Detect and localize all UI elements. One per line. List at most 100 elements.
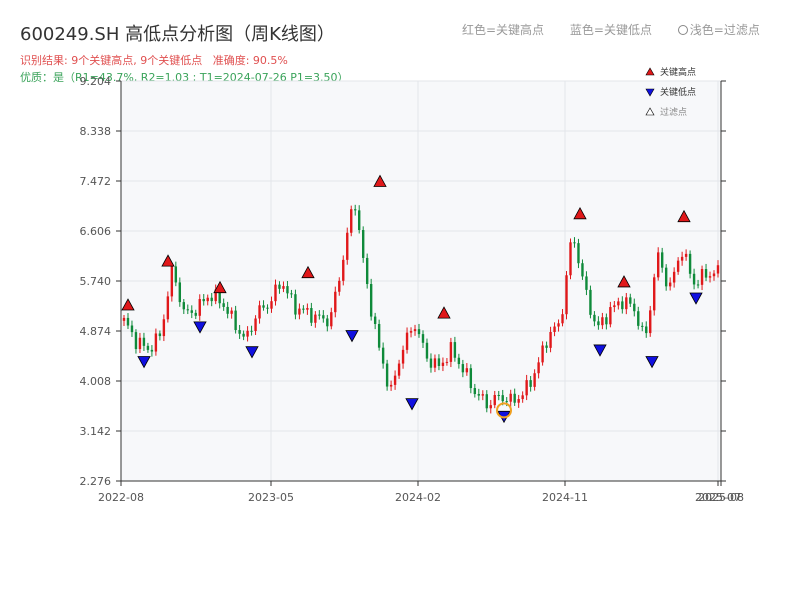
candle-body bbox=[393, 375, 397, 385]
candle-body bbox=[222, 303, 225, 307]
candle-body bbox=[242, 333, 245, 337]
candle-body bbox=[358, 210, 361, 231]
candle-body bbox=[593, 314, 596, 322]
x-tick-label: 2025-08 bbox=[698, 491, 744, 504]
candle-body bbox=[302, 308, 305, 310]
candle-body bbox=[258, 305, 261, 319]
candle-body bbox=[537, 362, 540, 374]
y-tick-label: 8.338 bbox=[80, 125, 112, 138]
candle-body bbox=[708, 276, 712, 278]
candle-body bbox=[142, 337, 146, 346]
candle-body bbox=[417, 329, 421, 335]
candle-body bbox=[429, 358, 433, 368]
y-tick-label: 9.204 bbox=[80, 75, 112, 88]
candle-body bbox=[645, 326, 648, 334]
candle-body bbox=[629, 297, 632, 304]
candle-body bbox=[318, 314, 321, 316]
candle-body bbox=[625, 297, 628, 310]
candle-body bbox=[310, 308, 313, 323]
x-tick-label: 2022-08 bbox=[98, 491, 144, 504]
candle-body bbox=[585, 276, 588, 290]
candle-body bbox=[653, 277, 656, 311]
legend-label: 过滤点 bbox=[660, 106, 687, 118]
candle-body bbox=[469, 368, 473, 389]
candle-body bbox=[298, 308, 301, 315]
candle-body bbox=[521, 395, 524, 400]
candle-body bbox=[453, 342, 457, 358]
candle-body bbox=[704, 269, 708, 278]
candle-body bbox=[473, 388, 477, 395]
candle-body bbox=[553, 326, 556, 332]
candle-body bbox=[166, 296, 170, 320]
candle-body bbox=[445, 361, 449, 363]
candle-body bbox=[641, 325, 644, 327]
candle-body bbox=[513, 393, 516, 403]
candle-body bbox=[672, 271, 676, 283]
candle-body bbox=[361, 230, 365, 258]
candle-body bbox=[533, 373, 536, 387]
candle-body bbox=[266, 307, 269, 309]
x-tick-label: 2023-05 bbox=[248, 491, 294, 504]
candle-body bbox=[561, 314, 564, 324]
candle-body bbox=[449, 342, 453, 362]
y-tick-label: 7.472 bbox=[80, 175, 112, 188]
candle-body bbox=[541, 345, 544, 363]
candle-body bbox=[150, 349, 154, 352]
candle-body bbox=[633, 303, 636, 312]
candle-body bbox=[250, 330, 253, 332]
candle-body bbox=[198, 299, 201, 316]
candle-body bbox=[146, 345, 150, 350]
candle-body bbox=[664, 267, 668, 287]
candle-body bbox=[178, 282, 182, 303]
candle-body bbox=[330, 312, 333, 327]
candle-body bbox=[405, 332, 409, 350]
candle-body bbox=[597, 321, 600, 326]
candle-body bbox=[190, 310, 193, 313]
candle-body bbox=[657, 252, 660, 278]
candle-body bbox=[246, 330, 249, 337]
candle-body bbox=[569, 242, 572, 276]
candle-body bbox=[126, 317, 130, 326]
candle-body bbox=[122, 317, 126, 321]
candle-body bbox=[170, 266, 174, 297]
candle-body bbox=[174, 266, 178, 283]
candle-body bbox=[668, 282, 672, 287]
candle-body bbox=[397, 363, 401, 376]
candle-body bbox=[421, 334, 425, 343]
candle-body bbox=[226, 306, 229, 314]
candle-body bbox=[334, 291, 337, 313]
candle-body bbox=[660, 252, 664, 268]
candle-body bbox=[381, 347, 385, 364]
candle-body bbox=[601, 317, 604, 326]
candle-body bbox=[441, 362, 445, 366]
candle-body bbox=[130, 325, 134, 333]
candle-body bbox=[306, 308, 309, 310]
candle-body bbox=[489, 405, 492, 409]
candle-body bbox=[401, 349, 405, 364]
candle-body bbox=[234, 310, 237, 331]
legend-label: 关键低点 bbox=[660, 86, 696, 98]
candle-body bbox=[437, 358, 441, 366]
candle-body bbox=[138, 337, 142, 350]
candle-body bbox=[589, 289, 592, 315]
candle-body bbox=[477, 394, 481, 396]
candle-body bbox=[202, 299, 205, 302]
candle-body bbox=[342, 259, 345, 281]
candle-body bbox=[649, 310, 652, 334]
candle-body bbox=[461, 364, 465, 373]
candle-body bbox=[262, 305, 265, 308]
candle-body bbox=[270, 301, 273, 309]
y-tick-label: 2.276 bbox=[80, 475, 112, 488]
candle-body bbox=[282, 286, 285, 289]
candle-body bbox=[700, 269, 704, 285]
candle-body bbox=[373, 316, 377, 324]
candle-body bbox=[389, 384, 393, 387]
candle-body bbox=[162, 319, 166, 337]
candle-body bbox=[238, 330, 241, 334]
candle-body bbox=[517, 399, 520, 403]
candle-body bbox=[409, 331, 413, 333]
candle-body bbox=[684, 253, 688, 257]
candle-body bbox=[134, 332, 138, 350]
candle-body bbox=[314, 314, 317, 323]
candle-body bbox=[680, 256, 684, 261]
